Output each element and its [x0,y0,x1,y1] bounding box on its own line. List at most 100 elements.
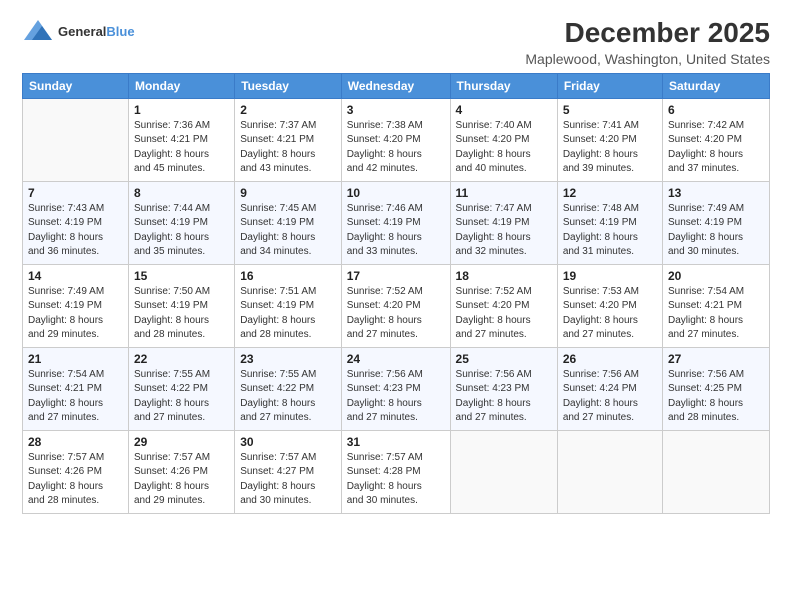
calendar-cell: 5 Sunrise: 7:41 AM Sunset: 4:20 PM Daylig… [557,98,662,181]
day-number: 12 [563,186,657,200]
day-info: Sunrise: 7:54 AM Sunset: 4:21 PM Dayligh… [668,285,764,343]
calendar-cell: 24Sunrise: 7:56 AM Sunset: 4:23 PM Dayli… [341,347,450,430]
calendar-cell: 12 Sunrise: 7:48 AM Sunset: 4:19 PM Dayli… [557,181,662,264]
week-row-4: 28 Sunrise: 7:57 AM Sunset: 4:26 PM Dayli… [23,430,770,513]
calendar-cell [23,98,129,181]
calendar-cell: 2 Sunrise: 7:37 AM Sunset: 4:21 PM Daylig… [235,98,342,181]
day-number: 18 [456,269,552,283]
day-info: Sunrise: 7:48 AM Sunset: 4:19 PM Dayligh… [563,202,657,260]
calendar-cell: 17Sunrise: 7:52 AM Sunset: 4:20 PM Dayli… [341,264,450,347]
day-info: Sunrise: 7:57 AM Sunset: 4:27 PM Dayligh… [240,451,336,509]
day-info: Sunrise: 7:55 AM Sunset: 4:22 PM Dayligh… [240,368,336,426]
calendar-cell [450,430,557,513]
week-row-0: 1Sunrise: 7:36 AM Sunset: 4:21 PM Daylig… [23,98,770,181]
day-info: Sunrise: 7:52 AM Sunset: 4:20 PM Dayligh… [456,285,552,343]
calendar-cell: 29 Sunrise: 7:57 AM Sunset: 4:26 PM Dayli… [128,430,234,513]
day-number: 16 [240,269,336,283]
calendar-body: 1Sunrise: 7:36 AM Sunset: 4:21 PM Daylig… [23,98,770,513]
weekday-wednesday: Wednesday [341,73,450,98]
day-number: 2 [240,103,336,117]
day-info: Sunrise: 7:53 AM Sunset: 4:20 PM Dayligh… [563,285,657,343]
day-info: Sunrise: 7:45 AM Sunset: 4:19 PM Dayligh… [240,202,336,260]
day-info: Sunrise: 7:49 AM Sunset: 4:19 PM Dayligh… [668,202,764,260]
day-number: 10 [347,186,445,200]
day-number: 4 [456,103,552,117]
day-number: 17 [347,269,445,283]
calendar-cell: 26 Sunrise: 7:56 AM Sunset: 4:24 PM Dayli… [557,347,662,430]
day-number: 7 [28,186,123,200]
calendar-cell: 15Sunrise: 7:50 AM Sunset: 4:19 PM Dayli… [128,264,234,347]
day-number: 29 [134,435,229,449]
logo-icon [22,18,54,46]
calendar-cell: 21Sunrise: 7:54 AM Sunset: 4:21 PM Dayli… [23,347,129,430]
calendar-cell: 3Sunrise: 7:38 AM Sunset: 4:20 PM Daylig… [341,98,450,181]
day-number: 25 [456,352,552,366]
calendar-cell: 22Sunrise: 7:55 AM Sunset: 4:22 PM Dayli… [128,347,234,430]
day-info: Sunrise: 7:57 AM Sunset: 4:28 PM Dayligh… [347,451,445,509]
day-info: Sunrise: 7:57 AM Sunset: 4:26 PM Dayligh… [28,451,123,509]
day-info: Sunrise: 7:56 AM Sunset: 4:25 PM Dayligh… [668,368,764,426]
calendar-cell: 19Sunrise: 7:53 AM Sunset: 4:20 PM Dayli… [557,264,662,347]
logo-general: GeneralBlue [58,23,135,41]
calendar-cell: 8 Sunrise: 7:44 AM Sunset: 4:19 PM Daylig… [128,181,234,264]
day-number: 14 [28,269,123,283]
day-number: 20 [668,269,764,283]
calendar-cell: 25 Sunrise: 7:56 AM Sunset: 4:23 PM Dayli… [450,347,557,430]
day-info: Sunrise: 7:49 AM Sunset: 4:19 PM Dayligh… [28,285,123,343]
day-number: 24 [347,352,445,366]
day-info: Sunrise: 7:43 AM Sunset: 4:19 PM Dayligh… [28,202,123,260]
calendar-cell: 23 Sunrise: 7:55 AM Sunset: 4:22 PM Dayli… [235,347,342,430]
calendar-cell: 28 Sunrise: 7:57 AM Sunset: 4:26 PM Dayli… [23,430,129,513]
calendar-cell: 20 Sunrise: 7:54 AM Sunset: 4:21 PM Dayli… [662,264,769,347]
calendar-cell: 11 Sunrise: 7:47 AM Sunset: 4:19 PM Dayli… [450,181,557,264]
day-info: Sunrise: 7:46 AM Sunset: 4:19 PM Dayligh… [347,202,445,260]
day-number: 27 [668,352,764,366]
weekday-header-row: SundayMondayTuesdayWednesdayThursdayFrid… [23,73,770,98]
day-info: Sunrise: 7:42 AM Sunset: 4:20 PM Dayligh… [668,119,764,177]
day-number: 8 [134,186,229,200]
day-number: 11 [456,186,552,200]
weekday-thursday: Thursday [450,73,557,98]
calendar-cell: 18 Sunrise: 7:52 AM Sunset: 4:20 PM Dayli… [450,264,557,347]
calendar-header: SundayMondayTuesdayWednesdayThursdayFrid… [23,73,770,98]
day-info: Sunrise: 7:44 AM Sunset: 4:19 PM Dayligh… [134,202,229,260]
title-block: December 2025 Maplewood, Washington, Uni… [525,18,770,67]
day-info: Sunrise: 7:41 AM Sunset: 4:20 PM Dayligh… [563,119,657,177]
day-number: 31 [347,435,445,449]
week-row-2: 14 Sunrise: 7:49 AM Sunset: 4:19 PM Dayli… [23,264,770,347]
day-number: 9 [240,186,336,200]
main-title: December 2025 [525,18,770,49]
calendar-cell: 6Sunrise: 7:42 AM Sunset: 4:20 PM Daylig… [662,98,769,181]
logo-text: GeneralBlue [58,23,135,41]
calendar-cell [557,430,662,513]
calendar-cell: 14 Sunrise: 7:49 AM Sunset: 4:19 PM Dayli… [23,264,129,347]
calendar-cell: 4 Sunrise: 7:40 AM Sunset: 4:20 PM Daylig… [450,98,557,181]
day-number: 30 [240,435,336,449]
day-info: Sunrise: 7:56 AM Sunset: 4:24 PM Dayligh… [563,368,657,426]
day-info: Sunrise: 7:47 AM Sunset: 4:19 PM Dayligh… [456,202,552,260]
weekday-sunday: Sunday [23,73,129,98]
day-info: Sunrise: 7:56 AM Sunset: 4:23 PM Dayligh… [456,368,552,426]
calendar-cell: 10 Sunrise: 7:46 AM Sunset: 4:19 PM Dayli… [341,181,450,264]
day-info: Sunrise: 7:37 AM Sunset: 4:21 PM Dayligh… [240,119,336,177]
calendar-cell: 13Sunrise: 7:49 AM Sunset: 4:19 PM Dayli… [662,181,769,264]
day-number: 21 [28,352,123,366]
day-number: 26 [563,352,657,366]
day-number: 3 [347,103,445,117]
day-number: 1 [134,103,229,117]
day-info: Sunrise: 7:51 AM Sunset: 4:19 PM Dayligh… [240,285,336,343]
day-number: 15 [134,269,229,283]
day-info: Sunrise: 7:57 AM Sunset: 4:26 PM Dayligh… [134,451,229,509]
logo: GeneralBlue [22,18,135,46]
day-number: 22 [134,352,229,366]
weekday-saturday: Saturday [662,73,769,98]
week-row-1: 7 Sunrise: 7:43 AM Sunset: 4:19 PM Daylig… [23,181,770,264]
day-number: 28 [28,435,123,449]
page: GeneralBlue December 2025 Maplewood, Was… [0,0,792,612]
calendar-cell: 16 Sunrise: 7:51 AM Sunset: 4:19 PM Dayli… [235,264,342,347]
day-info: Sunrise: 7:40 AM Sunset: 4:20 PM Dayligh… [456,119,552,177]
header: GeneralBlue December 2025 Maplewood, Was… [22,18,770,67]
subtitle: Maplewood, Washington, United States [525,51,770,67]
day-number: 23 [240,352,336,366]
day-number: 5 [563,103,657,117]
